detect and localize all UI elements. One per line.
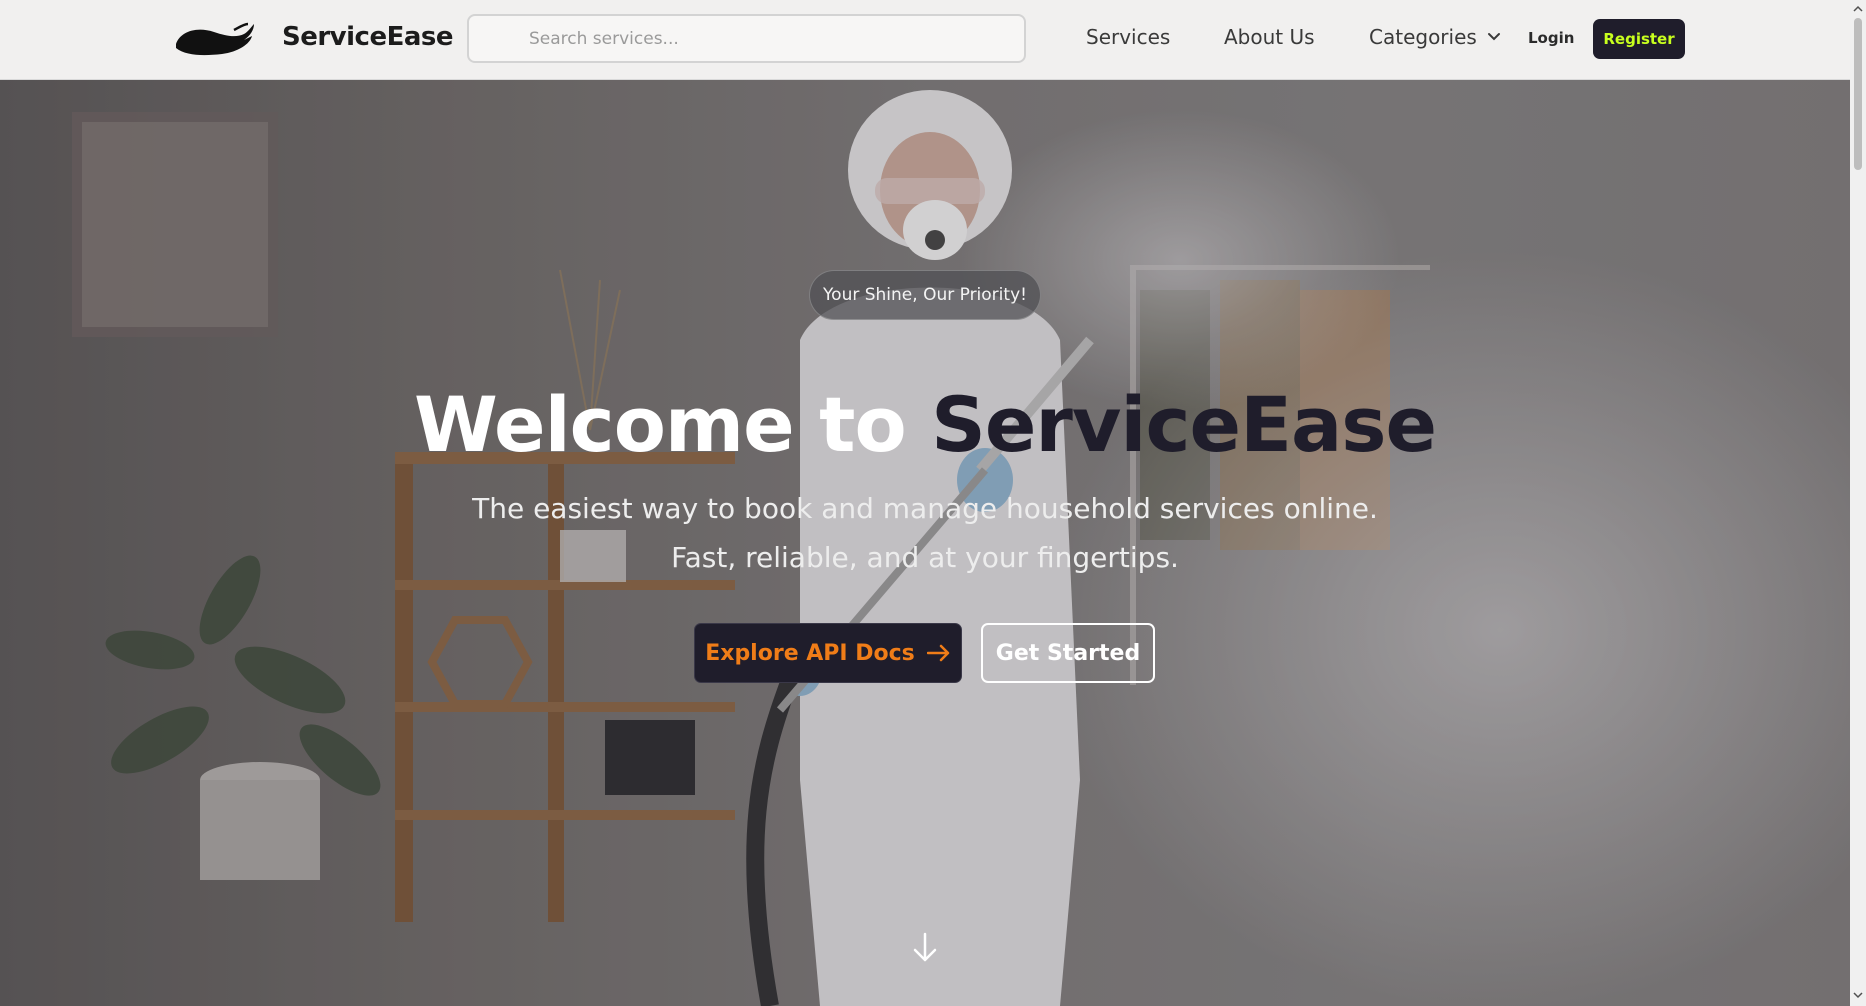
hero-section: Your Shine, Our Priority! Welcome to Ser… (0, 80, 1850, 1006)
get-started-button[interactable]: Get Started (981, 623, 1155, 683)
hand-icon[interactable] (174, 22, 256, 58)
vertical-scrollbar[interactable] (1850, 0, 1866, 1006)
explore-api-docs-label: Explore API Docs (705, 640, 915, 666)
site-header: ServiceEase Services About Us Categories… (0, 0, 1850, 80)
scrollbar-thumb[interactable] (1854, 18, 1862, 170)
tagline-badge: Your Shine, Our Priority! (809, 270, 1041, 320)
nav-categories-label: Categories (1369, 25, 1477, 49)
hero-title-brand: ServiceEase (931, 380, 1437, 469)
explore-api-docs-button[interactable]: Explore API Docs (694, 623, 962, 683)
arrow-right-icon (926, 644, 950, 662)
hero-subtitle: The easiest way to book and manage house… (472, 492, 1378, 574)
scroll-up-icon[interactable] (1850, 2, 1866, 16)
brand-name[interactable]: ServiceEase (282, 22, 454, 52)
arrow-down-icon[interactable] (912, 932, 938, 964)
hero-title: Welcome to ServiceEase (0, 380, 1850, 469)
search-input[interactable] (469, 16, 1024, 61)
register-button[interactable]: Register (1593, 19, 1685, 59)
scroll-down-icon[interactable] (1850, 988, 1866, 1002)
nav-services[interactable]: Services (1086, 25, 1170, 49)
login-link[interactable]: Login (1528, 29, 1574, 47)
nav-categories[interactable]: Categories (1369, 25, 1501, 49)
hero-title-part1: Welcome to (413, 380, 907, 469)
nav-about-us[interactable]: About Us (1224, 25, 1315, 49)
chevron-down-icon (1487, 33, 1500, 41)
search-box[interactable] (467, 14, 1026, 63)
